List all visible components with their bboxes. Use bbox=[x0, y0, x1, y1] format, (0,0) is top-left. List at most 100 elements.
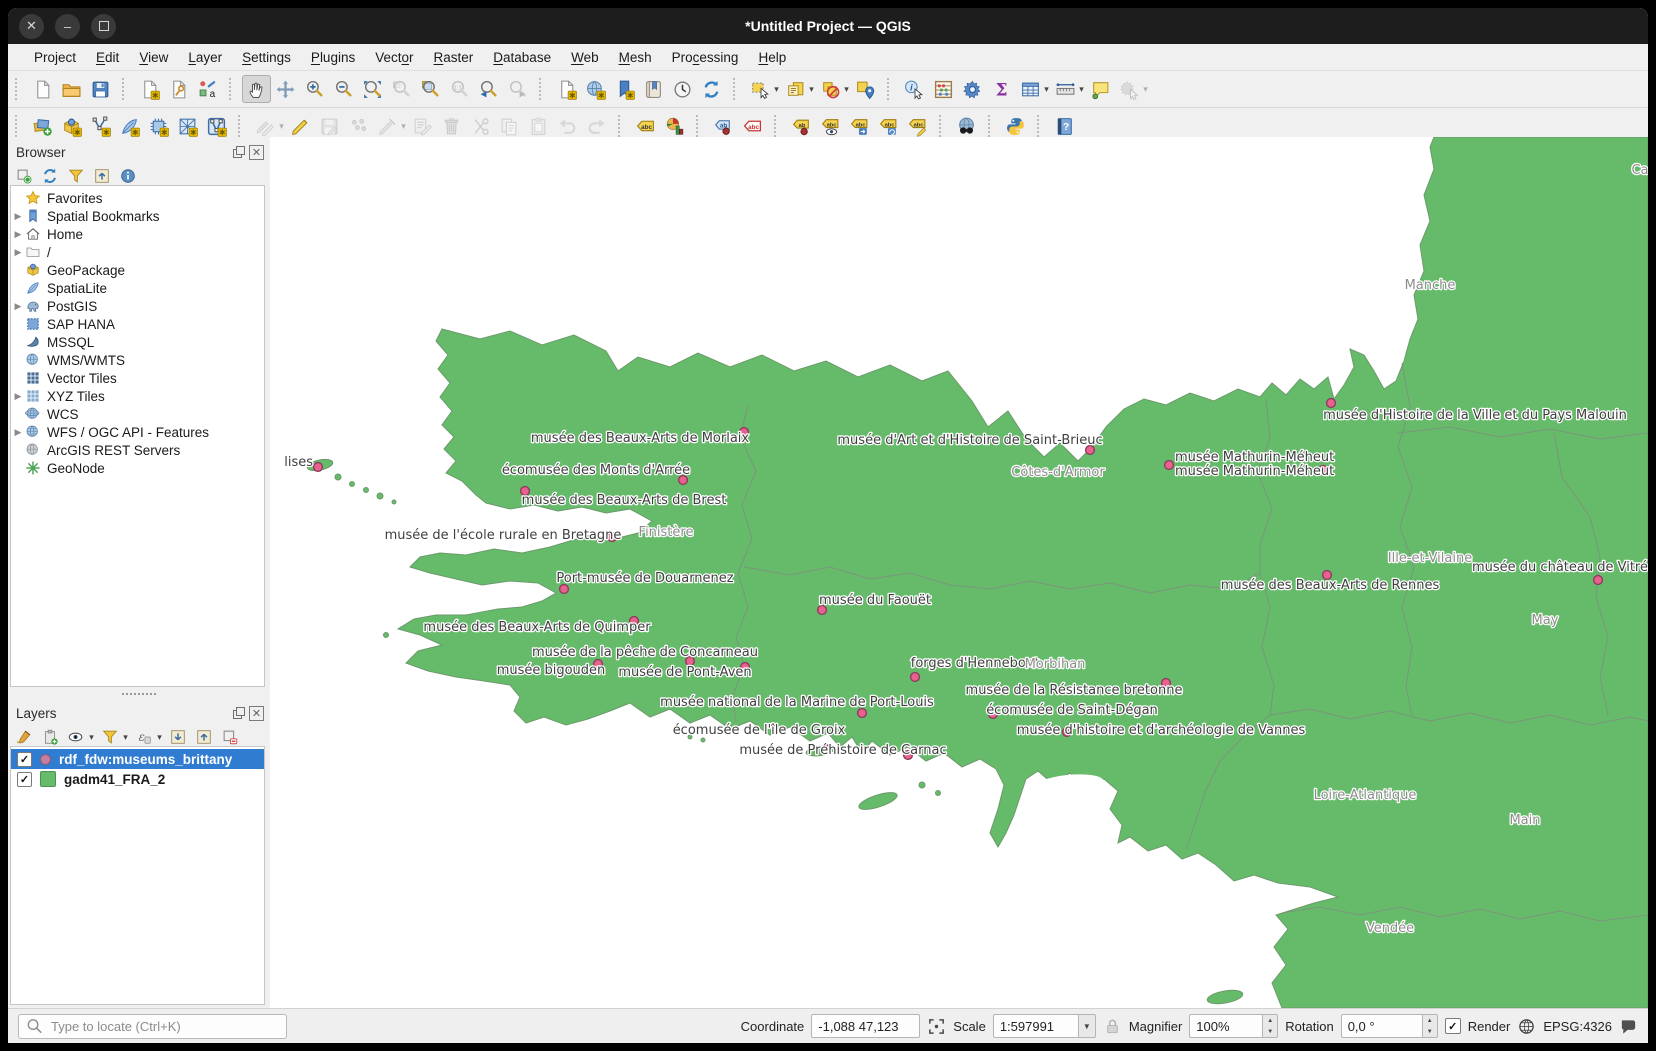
pan-map-button[interactable] bbox=[242, 75, 271, 103]
menu-plugins[interactable]: Plugins bbox=[301, 48, 365, 67]
identify-features-button[interactable]: i bbox=[900, 75, 929, 103]
pin-labels-button[interactable]: ab bbox=[787, 112, 816, 140]
menu-web[interactable]: Web bbox=[561, 48, 609, 67]
move-label-button[interactable]: abc bbox=[845, 112, 874, 140]
open-attribute-table-button[interactable] bbox=[1016, 75, 1045, 103]
menu-edit[interactable]: Edit bbox=[86, 48, 129, 67]
expand-arrow-icon[interactable]: ▶ bbox=[11, 247, 25, 258]
change-label-properties-button[interactable]: abc bbox=[903, 112, 932, 140]
panel-splitter[interactable] bbox=[8, 690, 270, 698]
browser-item-geopackage[interactable]: GeoPackage bbox=[11, 261, 264, 279]
map-canvas[interactable]: lisesmusée des Beaux-Arts de Morlaixécom… bbox=[270, 137, 1648, 1008]
browser-item-mssql[interactable]: MSSQL bbox=[11, 333, 264, 351]
style-manager-button[interactable]: a bbox=[193, 75, 222, 103]
help-contents-button[interactable]: ? bbox=[1050, 112, 1079, 140]
save-project-button[interactable] bbox=[86, 75, 115, 103]
browser-item-wms-wmts[interactable]: WMS/WMTS bbox=[11, 351, 264, 369]
browser-item--[interactable]: ▶/ bbox=[11, 243, 264, 261]
add-vector-layer-button[interactable] bbox=[57, 112, 86, 140]
expand-arrow-icon[interactable]: ▶ bbox=[11, 391, 25, 402]
menu-database[interactable]: Database bbox=[483, 48, 561, 67]
add-spatialite-layer-button[interactable] bbox=[115, 112, 144, 140]
menu-processing[interactable]: Processing bbox=[662, 48, 749, 67]
zoom-last-button[interactable] bbox=[474, 75, 503, 103]
scale-dropdown-icon[interactable]: ▼ bbox=[1079, 1014, 1096, 1038]
menu-layer[interactable]: Layer bbox=[178, 48, 232, 67]
expand-arrow-icon[interactable]: ▶ bbox=[11, 301, 25, 312]
crs-globe-icon[interactable] bbox=[1517, 1017, 1536, 1036]
pan-to-selection-button[interactable] bbox=[271, 75, 300, 103]
add-point-layer-button[interactable] bbox=[86, 112, 115, 140]
scale-value[interactable]: 1:597991 bbox=[993, 1014, 1079, 1038]
browser-item-sap-hana[interactable]: SAP HANA bbox=[11, 315, 264, 333]
rotation-spinner[interactable]: 0,0 ° ▲▼ bbox=[1341, 1014, 1438, 1038]
expand-arrow-icon[interactable]: ▶ bbox=[11, 427, 25, 438]
new-print-layout-button[interactable] bbox=[135, 75, 164, 103]
layout-manager-button[interactable] bbox=[164, 75, 193, 103]
layer-labeling-options-button[interactable]: abc bbox=[631, 112, 660, 140]
minimize-button[interactable]: – bbox=[55, 14, 80, 39]
metasearch-button[interactable] bbox=[952, 112, 981, 140]
statistical-summary-button[interactable]: Σ bbox=[987, 75, 1016, 103]
menu-vector[interactable]: Vector bbox=[365, 48, 423, 67]
render-checkbox[interactable]: ✓ bbox=[1445, 1018, 1461, 1034]
magnifier-spinner[interactable]: 100% ▲▼ bbox=[1189, 1014, 1278, 1038]
crs-status[interactable]: EPSG:4326 bbox=[1543, 1019, 1612, 1034]
locate-box[interactable] bbox=[18, 1014, 287, 1039]
browser-float-icon[interactable] bbox=[232, 146, 245, 159]
layers-close-icon[interactable]: ✕ bbox=[249, 706, 264, 721]
browser-item-geonode[interactable]: GeoNode bbox=[11, 459, 264, 477]
deselect-features-button[interactable] bbox=[816, 75, 845, 103]
show-bookmarks-button[interactable] bbox=[639, 75, 668, 103]
highlight-pinned-labels-button[interactable]: abc bbox=[738, 112, 767, 140]
zoom-to-layer-button[interactable] bbox=[416, 75, 445, 103]
menu-settings[interactable]: Settings bbox=[232, 48, 301, 67]
zoom-full-button[interactable] bbox=[358, 75, 387, 103]
layers-float-icon[interactable] bbox=[232, 707, 245, 720]
menu-project[interactable]: Project bbox=[24, 48, 86, 67]
toggle-editing-button[interactable] bbox=[286, 112, 315, 140]
open-project-button[interactable] bbox=[57, 75, 86, 103]
pin-unpin-labels-button[interactable]: ab bbox=[709, 112, 738, 140]
menu-help[interactable]: Help bbox=[748, 48, 796, 67]
filter-by-expression-dropdown-icon[interactable]: ▾ bbox=[155, 732, 164, 743]
refresh-map-button[interactable] bbox=[697, 75, 726, 103]
browser-item-postgis[interactable]: ▶PostGIS bbox=[11, 297, 264, 315]
browser-item-wcs[interactable]: WCS bbox=[11, 405, 264, 423]
new-map-view-button[interactable] bbox=[552, 75, 581, 103]
manage-map-themes-dropdown-icon[interactable]: ▾ bbox=[87, 732, 96, 743]
menu-raster[interactable]: Raster bbox=[424, 48, 484, 67]
python-console-button[interactable] bbox=[1001, 112, 1030, 140]
zoom-in-button[interactable] bbox=[300, 75, 329, 103]
menu-mesh[interactable]: Mesh bbox=[609, 48, 662, 67]
data-source-manager-button[interactable] bbox=[28, 112, 57, 140]
layer-diagram-options-button[interactable] bbox=[660, 112, 689, 140]
select-by-location-button[interactable] bbox=[851, 75, 880, 103]
processing-toolbox-button[interactable] bbox=[958, 75, 987, 103]
locate-input[interactable] bbox=[49, 1018, 280, 1035]
layer-item-gadm41-FRA-2[interactable]: ✓gadm41_FRA_2 bbox=[11, 769, 264, 789]
filter-legend-dropdown-icon[interactable]: ▾ bbox=[121, 732, 130, 743]
browser-item-spatial-bookmarks[interactable]: ▶Spatial Bookmarks bbox=[11, 207, 264, 225]
layer-item-rdf-fdw-museums-brittany[interactable]: ✓rdf_fdw:museums_brittany bbox=[11, 749, 264, 769]
maximize-button[interactable] bbox=[91, 14, 116, 39]
extents-icon[interactable] bbox=[927, 1017, 946, 1036]
add-wms-layer-button[interactable] bbox=[202, 112, 231, 140]
map-tips-button[interactable] bbox=[1086, 75, 1115, 103]
measure-button[interactable] bbox=[1051, 75, 1080, 103]
field-calculator-button[interactable] bbox=[929, 75, 958, 103]
new-3d-map-view-button[interactable] bbox=[581, 75, 610, 103]
browser-item-xyz-tiles[interactable]: ▶XYZ Tiles bbox=[11, 387, 264, 405]
close-button[interactable]: ✕ bbox=[19, 14, 44, 39]
messages-icon[interactable] bbox=[1619, 1017, 1638, 1036]
browser-item-spatialite[interactable]: SpatiaLite bbox=[11, 279, 264, 297]
expand-arrow-icon[interactable]: ▶ bbox=[11, 229, 25, 240]
browser-item-home[interactable]: ▶Home bbox=[11, 225, 264, 243]
show-hide-labels-button[interactable]: abc bbox=[816, 112, 845, 140]
select-features-button[interactable] bbox=[746, 75, 775, 103]
browser-item-vector-tiles[interactable]: Vector Tiles bbox=[11, 369, 264, 387]
add-mesh-layer-button[interactable] bbox=[144, 112, 173, 140]
new-spatial-bookmark-button[interactable] bbox=[610, 75, 639, 103]
browser-item-favorites[interactable]: Favorites bbox=[11, 189, 264, 207]
menu-view[interactable]: View bbox=[129, 48, 178, 67]
